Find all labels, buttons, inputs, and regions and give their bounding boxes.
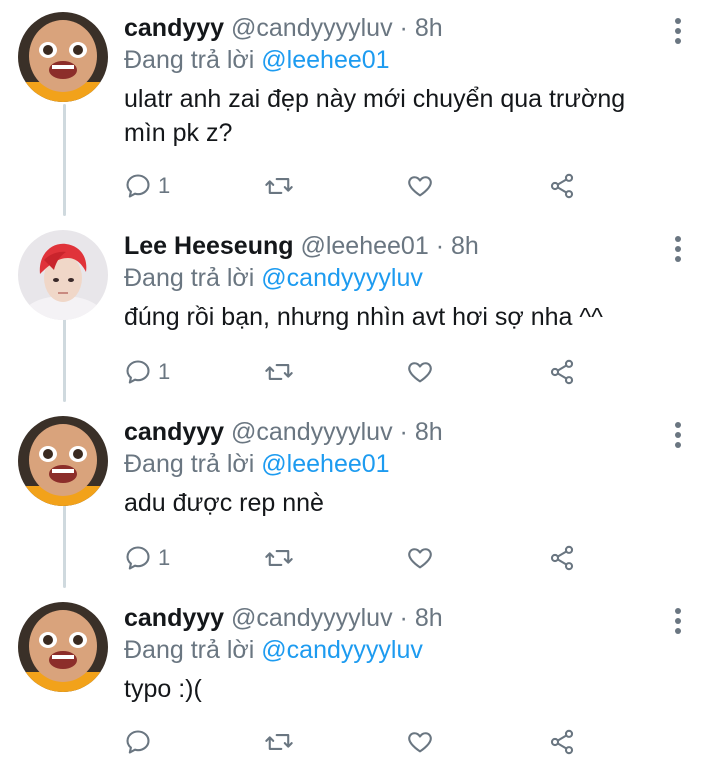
tweet-actions: 1 — [124, 538, 594, 578]
reply-prefix: Đang trả lời — [124, 636, 255, 664]
timestamp[interactable]: 8h — [451, 232, 479, 260]
tweet-actions: 1 — [124, 166, 594, 206]
tweet-text-line: adu được rep nnè — [124, 489, 324, 517]
reply-count: 1 — [158, 173, 171, 198]
avatar[interactable] — [18, 230, 108, 320]
retweet-button[interactable] — [264, 538, 294, 578]
tweet-text-line: đúng rồi bạn, nhưng nhìn avt hơi sợ nha … — [124, 303, 603, 331]
retweet-icon — [265, 178, 293, 194]
tweet-header: candyyy @candyyyyluv · 8h — [124, 416, 670, 448]
tweet[interactable]: candyyy @candyyyyluv · 8h Đang trả lời @… — [0, 0, 720, 216]
tweet-header: Lee Heeseung @leehee01 · 8h — [124, 230, 670, 262]
tweet-text: đúng rồi bạn, nhưng nhìn avt hơi sợ nha … — [124, 300, 670, 334]
reply-context: Đang trả lời @candyyyyluv — [124, 262, 670, 294]
tweet-actions — [124, 722, 594, 762]
reply-count: 1 — [158, 359, 171, 384]
avatar[interactable] — [18, 12, 108, 102]
like-button[interactable] — [406, 722, 434, 762]
tweet-text-line: ulatr anh zai đẹp này mới chuyển qua trư… — [124, 85, 626, 113]
reply-icon — [126, 730, 150, 754]
display-name[interactable]: Lee Heeseung — [124, 232, 294, 260]
reply-button[interactable]: 1 — [124, 352, 170, 392]
tweet-header: candyyy @candyyyyluv · 8h — [124, 602, 670, 634]
reply-context: Đang trả lời @leehee01 — [124, 44, 670, 76]
heart-icon — [408, 362, 432, 383]
user-handle[interactable]: @candyyyyluv — [231, 14, 393, 42]
separator-dot: · — [435, 232, 445, 260]
retweet-button[interactable] — [264, 722, 294, 762]
timestamp[interactable]: 8h — [415, 418, 443, 446]
like-button[interactable] — [406, 166, 434, 206]
share-icon — [550, 729, 574, 755]
tweet[interactable]: Lee Heeseung @leehee01 · 8h Đang trả lời… — [0, 218, 720, 404]
timestamp[interactable]: 8h — [415, 14, 443, 42]
retweet-button[interactable] — [264, 166, 294, 206]
tweet-text-line: typo :)( — [124, 675, 202, 703]
timestamp[interactable]: 8h — [415, 604, 443, 632]
avatar[interactable] — [18, 416, 108, 506]
user-handle[interactable]: @leehee01 — [300, 232, 428, 260]
reply-mention-link[interactable]: @candyyyyluv — [261, 264, 423, 292]
more-options-icon[interactable] — [674, 236, 682, 262]
user-handle[interactable]: @candyyyyluv — [231, 604, 393, 632]
reply-context: Đang trả lời @leehee01 — [124, 448, 670, 480]
reply-prefix: Đang trả lời — [124, 46, 255, 74]
tweet-actions: 1 — [124, 352, 594, 392]
tweet-text: adu được rep nnè — [124, 486, 670, 520]
share-button[interactable] — [548, 722, 576, 762]
share-icon — [550, 359, 574, 385]
user-handle[interactable]: @candyyyyluv — [231, 418, 393, 446]
heart-icon — [408, 548, 432, 569]
more-options-icon[interactable] — [674, 18, 682, 44]
separator-dot: · — [399, 14, 408, 42]
retweet-icon — [265, 734, 293, 750]
share-icon — [550, 545, 574, 571]
reply-mention-link[interactable]: @leehee01 — [261, 46, 389, 74]
tweet-text-line: mìn pk z? — [124, 119, 233, 147]
share-icon — [550, 173, 574, 199]
reply-context: Đang trả lời @candyyyyluv — [124, 634, 670, 666]
red-hair-avatar-icon — [18, 230, 108, 320]
retweet-button[interactable] — [264, 352, 294, 392]
tweet-text: ulatr anh zai đẹp này mới chuyển qua trư… — [124, 82, 670, 150]
heart-icon — [408, 176, 432, 197]
reply-icon — [126, 546, 150, 570]
display-name[interactable]: candyyy — [124, 14, 224, 42]
display-name[interactable]: candyyy — [124, 604, 224, 632]
separator-dot: · — [399, 604, 408, 632]
like-button[interactable] — [406, 352, 434, 392]
reply-icon — [126, 360, 150, 384]
retweet-icon — [265, 364, 293, 380]
baby-face-avatar-icon — [18, 416, 108, 506]
reply-mention-link[interactable]: @candyyyyluv — [261, 636, 423, 664]
separator-dot: · — [399, 418, 408, 446]
reply-count: 1 — [158, 545, 171, 570]
tweet-header: candyyy @candyyyyluv · 8h — [124, 12, 670, 44]
reply-button[interactable]: 1 — [124, 538, 170, 578]
reply-button[interactable] — [124, 722, 158, 762]
retweet-icon — [265, 550, 293, 566]
heart-icon — [408, 732, 432, 753]
more-options-icon[interactable] — [674, 422, 682, 448]
reply-button[interactable]: 1 — [124, 166, 170, 206]
baby-face-avatar-icon — [18, 12, 108, 102]
share-button[interactable] — [548, 166, 576, 206]
reply-icon — [126, 174, 150, 198]
tweet[interactable]: candyyy @candyyyyluv · 8h Đang trả lời @… — [0, 404, 720, 590]
avatar[interactable] — [18, 602, 108, 692]
reply-prefix: Đang trả lời — [124, 264, 255, 292]
more-options-icon[interactable] — [674, 608, 682, 634]
baby-face-avatar-icon — [18, 602, 108, 692]
share-button[interactable] — [548, 352, 576, 392]
tweet-text: typo :)( — [124, 672, 670, 706]
display-name[interactable]: candyyy — [124, 418, 224, 446]
reply-prefix: Đang trả lời — [124, 450, 255, 478]
tweet[interactable]: candyyy @candyyyyluv · 8h Đang trả lời @… — [0, 590, 720, 770]
reply-mention-link[interactable]: @leehee01 — [261, 450, 389, 478]
share-button[interactable] — [548, 538, 576, 578]
like-button[interactable] — [406, 538, 434, 578]
